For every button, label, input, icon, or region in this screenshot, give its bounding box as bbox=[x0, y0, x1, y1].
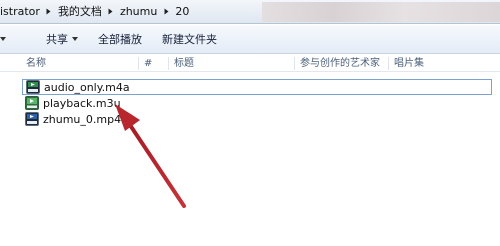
file-name: zhumu_0.mp4 bbox=[43, 112, 122, 126]
file-row-audio-only[interactable]: audio_only.m4a bbox=[22, 79, 492, 95]
column-header-number[interactable]: # bbox=[140, 55, 152, 72]
breadcrumb-item-zhumu[interactable]: zhumu bbox=[117, 3, 160, 21]
command-toolbar: 共享 全部播放 新建文件夹 bbox=[0, 25, 500, 54]
file-name: playback.m3u bbox=[43, 96, 121, 110]
column-header-title[interactable]: 标题 bbox=[170, 55, 194, 72]
breadcrumb-item-current-folder[interactable]: 20 bbox=[172, 3, 192, 21]
mpc-media-file-icon bbox=[25, 112, 39, 126]
organize-dropdown-button[interactable] bbox=[0, 28, 24, 50]
breadcrumb: istrator 我的文档 zhumu 20 bbox=[0, 3, 192, 21]
share-button-label: 共享 bbox=[46, 33, 68, 46]
file-row-zhumu-mp4[interactable]: zhumu_0.mp4 bbox=[22, 111, 121, 127]
play-all-button[interactable]: 全部播放 bbox=[92, 28, 148, 50]
playlist-file-icon bbox=[25, 96, 39, 110]
address-bar[interactable]: istrator 我的文档 zhumu 20 bbox=[0, 0, 500, 24]
chevron-right-icon[interactable] bbox=[160, 3, 172, 21]
share-button[interactable]: 共享 bbox=[40, 28, 84, 50]
column-divider[interactable] bbox=[138, 57, 139, 70]
blurred-address-area bbox=[262, 2, 500, 22]
column-header-artists[interactable]: 参与创作的艺术家 bbox=[296, 55, 380, 72]
breadcrumb-item-my-documents[interactable]: 我的文档 bbox=[55, 3, 105, 21]
chevron-down-icon bbox=[72, 37, 78, 41]
column-divider[interactable] bbox=[294, 57, 295, 70]
chevron-right-icon[interactable] bbox=[105, 3, 117, 21]
column-divider[interactable] bbox=[168, 57, 169, 70]
column-header-album[interactable]: 唱片集 bbox=[390, 55, 424, 72]
file-row-playback[interactable]: playback.m3u bbox=[22, 95, 121, 111]
column-header-row: 名称 # 标题 参与创作的艺术家 唱片集 bbox=[0, 55, 500, 72]
chevron-right-icon[interactable] bbox=[43, 3, 55, 21]
chevron-down-icon bbox=[0, 37, 6, 41]
breadcrumb-item-user[interactable]: istrator bbox=[0, 3, 43, 21]
column-divider[interactable] bbox=[388, 57, 389, 70]
mpc-media-file-icon bbox=[26, 80, 40, 94]
file-name: audio_only.m4a bbox=[44, 80, 130, 94]
play-all-button-label: 全部播放 bbox=[98, 33, 142, 46]
new-folder-button[interactable]: 新建文件夹 bbox=[156, 28, 223, 50]
column-header-name[interactable]: 名称 bbox=[22, 55, 46, 72]
new-folder-button-label: 新建文件夹 bbox=[162, 33, 217, 46]
